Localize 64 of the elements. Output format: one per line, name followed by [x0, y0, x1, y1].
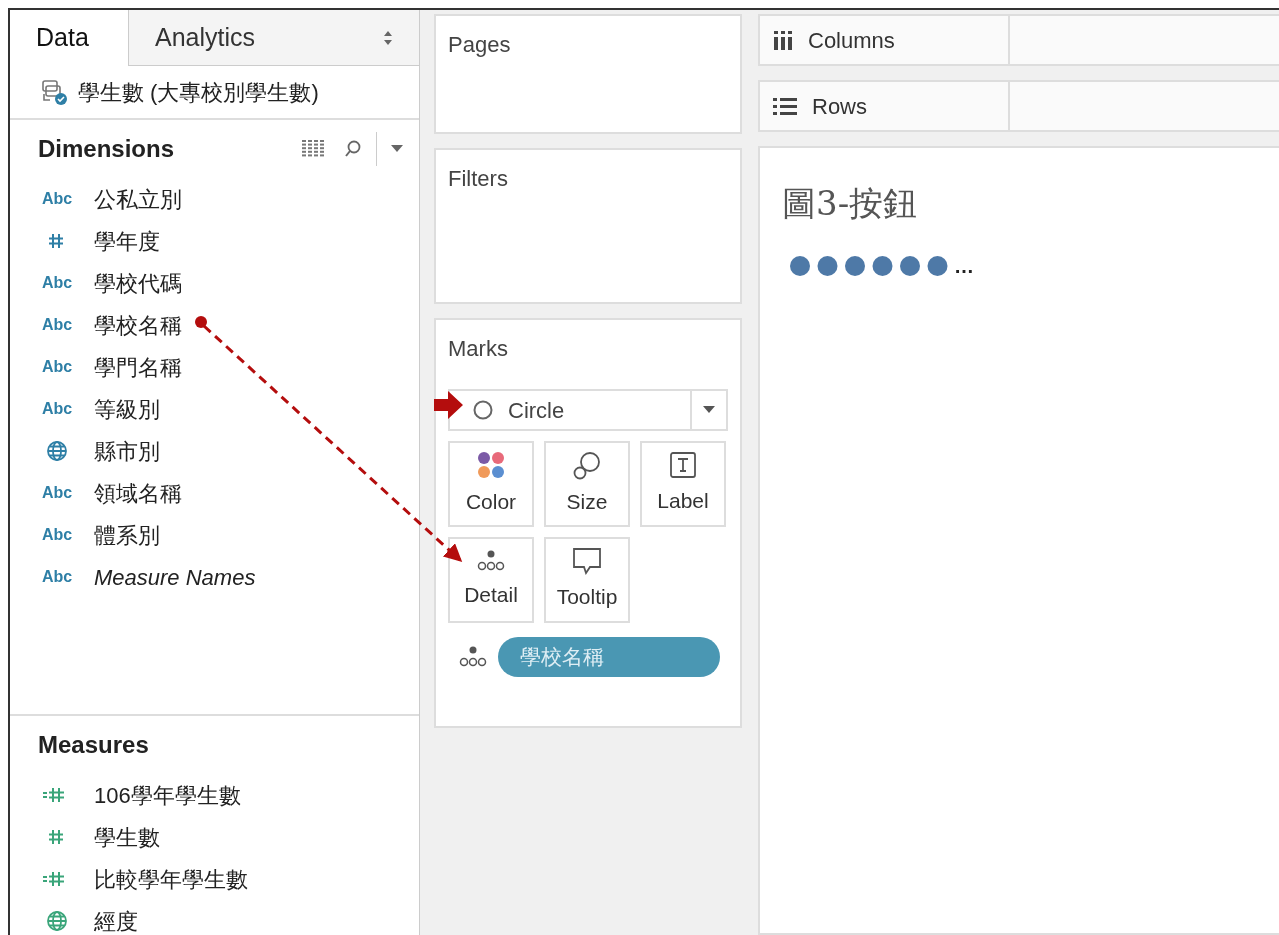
marks-property-button[interactable]: Label: [640, 441, 726, 527]
dropdown-caret-icon: [703, 406, 715, 414]
speech-bubble-icon: [572, 547, 602, 576]
field-name[interactable]: 領域名稱: [94, 476, 182, 510]
grid-view-icon: [302, 140, 326, 158]
field-name[interactable]: 經度: [94, 904, 138, 935]
marks-property-button[interactable]: Size: [544, 441, 630, 527]
columns-icon: [772, 29, 794, 51]
field-name[interactable]: 學校名稱: [94, 308, 182, 342]
calculated-number-icon: [42, 869, 66, 889]
detail-dots-icon: [458, 645, 488, 669]
field-name[interactable]: 106學年學生數: [94, 778, 241, 812]
marks-property-button[interactable]: Color: [448, 441, 534, 527]
field-name[interactable]: 比較學年學生數: [94, 862, 248, 896]
pages-shelf[interactable]: Pages: [434, 14, 742, 134]
circle-mark-icon: [472, 399, 494, 421]
sort-arrows-icon: [383, 29, 393, 46]
globe-icon: [46, 440, 68, 462]
shelf-title: Filters: [448, 165, 509, 193]
filters-shelf[interactable]: Filters: [434, 148, 742, 304]
dropdown-caret-icon: [391, 145, 403, 153]
field-name[interactable]: 學生數: [94, 820, 160, 854]
calculated-number-icon: [42, 785, 66, 805]
number-sign-icon: [46, 827, 66, 847]
shelf-bar[interactable]: Rows: [758, 80, 1279, 132]
string-type-label: Abc: [42, 483, 73, 503]
list-icon: [772, 95, 798, 117]
string-type-label: Abc: [42, 567, 73, 587]
marks-property-button[interactable]: Detail: [448, 537, 534, 623]
pointer-arrow-icon: [434, 390, 464, 420]
field-name[interactable]: 體系別: [94, 518, 160, 552]
field-name[interactable]: 學年度: [94, 224, 160, 258]
field-name[interactable]: 縣市別: [94, 434, 160, 468]
data-source-name[interactable]: 學生數 (大專校別學生數): [78, 75, 319, 109]
string-type-label: Abc: [42, 189, 73, 209]
marks-property-button[interactable]: Tooltip: [544, 537, 630, 623]
field-name[interactable]: Measure Names: [94, 560, 256, 594]
shelf-label: Rows: [812, 92, 867, 121]
size-circles-icon: [572, 450, 602, 481]
ellipsis-text: …: [954, 254, 974, 279]
string-type-label: Abc: [42, 399, 73, 419]
string-type-label: Abc: [42, 357, 73, 377]
text-label-icon: [669, 451, 697, 480]
color-dots-icon: [476, 450, 506, 481]
field-name[interactable]: 學校代碼: [94, 266, 182, 300]
marks-title: Marks: [448, 335, 509, 363]
string-type-label: Abc: [42, 273, 73, 293]
number-sign-icon: [46, 231, 66, 251]
shelf-bar[interactable]: Columns: [758, 14, 1279, 66]
string-type-label: Abc: [42, 315, 73, 335]
field-name[interactable]: 等級別: [94, 392, 160, 426]
field-name[interactable]: 公私立別: [94, 182, 182, 216]
string-type-label: Abc: [42, 525, 73, 545]
mark-type-dropdown[interactable]: Circle: [448, 389, 728, 431]
section-title: Measures: [38, 730, 150, 760]
tab[interactable]: Analytics: [128, 10, 419, 66]
globe-icon: [46, 910, 68, 932]
search-icon: [344, 139, 362, 159]
section-title: Dimensions: [38, 134, 176, 164]
data-source-icon: [40, 78, 68, 106]
view-title: 圖3-按鈕: [782, 182, 919, 225]
field-name[interactable]: 學門名稱: [94, 350, 182, 384]
shelf-title: Pages: [448, 31, 512, 59]
shelf-label: Columns: [808, 26, 895, 55]
